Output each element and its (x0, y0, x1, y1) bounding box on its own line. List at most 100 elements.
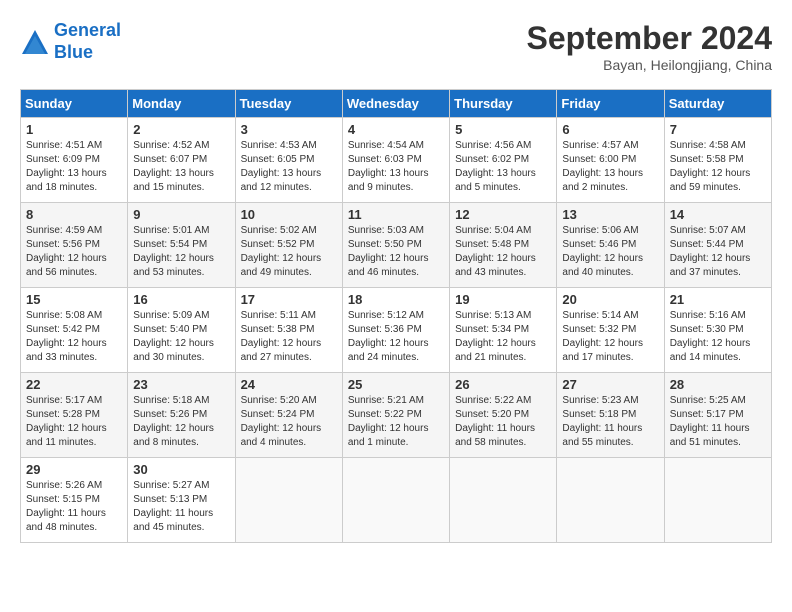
calendar-day-cell: 6 Sunrise: 4:57 AM Sunset: 6:00 PM Daylig… (557, 118, 664, 203)
day-info: Sunrise: 5:14 AM Sunset: 5:32 PM Dayligh… (562, 309, 658, 365)
calendar-day-cell: 28 Sunrise: 5:25 AM Sunset: 5:17 PM Dayli… (664, 373, 771, 458)
day-number: 5 (455, 122, 551, 137)
day-info: Sunrise: 4:59 AM Sunset: 5:56 PM Dayligh… (26, 224, 122, 280)
day-number: 3 (241, 122, 337, 137)
calendar-week-row: 1Sunrise: 4:51 AM Sunset: 6:09 PM Daylig… (21, 118, 772, 203)
calendar-day-cell (664, 458, 771, 543)
day-number: 15 (26, 292, 122, 307)
calendar-day-cell: 30 Sunrise: 5:27 AM Sunset: 5:13 PM Dayli… (128, 458, 235, 543)
day-number: 13 (562, 207, 658, 222)
calendar-day-cell: 24 Sunrise: 5:20 AM Sunset: 5:24 PM Dayli… (235, 373, 342, 458)
day-info: Sunrise: 5:20 AM Sunset: 5:24 PM Dayligh… (241, 394, 337, 450)
calendar-day-cell: 10 Sunrise: 5:02 AM Sunset: 5:52 PM Dayli… (235, 203, 342, 288)
day-info: Sunrise: 5:16 AM Sunset: 5:30 PM Dayligh… (670, 309, 766, 365)
day-number: 10 (241, 207, 337, 222)
day-number: 8 (26, 207, 122, 222)
day-info: Sunrise: 4:57 AM Sunset: 6:00 PM Dayligh… (562, 139, 658, 195)
day-number: 9 (133, 207, 229, 222)
calendar-day-cell: 14Sunrise: 5:07 AM Sunset: 5:44 PM Dayli… (664, 203, 771, 288)
calendar-day-cell: 15Sunrise: 5:08 AM Sunset: 5:42 PM Dayli… (21, 288, 128, 373)
day-number: 30 (133, 462, 229, 477)
day-number: 23 (133, 377, 229, 392)
calendar-day-cell: 29 Sunrise: 5:26 AM Sunset: 5:15 PM Dayli… (21, 458, 128, 543)
weekday-header-thursday: Thursday (450, 90, 557, 118)
day-info: Sunrise: 4:52 AM Sunset: 6:07 PM Dayligh… (133, 139, 229, 195)
calendar-week-row: 15Sunrise: 5:08 AM Sunset: 5:42 PM Dayli… (21, 288, 772, 373)
day-number: 7 (670, 122, 766, 137)
weekday-header-monday: Monday (128, 90, 235, 118)
day-info: Sunrise: 5:01 AM Sunset: 5:54 PM Dayligh… (133, 224, 229, 280)
day-number: 17 (241, 292, 337, 307)
day-info: Sunrise: 5:21 AM Sunset: 5:22 PM Dayligh… (348, 394, 444, 450)
calendar-day-cell: 7 Sunrise: 4:58 AM Sunset: 5:58 PM Daylig… (664, 118, 771, 203)
calendar-day-cell: 21 Sunrise: 5:16 AM Sunset: 5:30 PM Dayli… (664, 288, 771, 373)
calendar-day-cell: 18Sunrise: 5:12 AM Sunset: 5:36 PM Dayli… (342, 288, 449, 373)
day-info: Sunrise: 5:13 AM Sunset: 5:34 PM Dayligh… (455, 309, 551, 365)
day-number: 28 (670, 377, 766, 392)
calendar-day-cell: 13 Sunrise: 5:06 AM Sunset: 5:46 PM Dayli… (557, 203, 664, 288)
day-info: Sunrise: 4:54 AM Sunset: 6:03 PM Dayligh… (348, 139, 444, 195)
page-header: General Blue September 2024 Bayan, Heilo… (20, 20, 772, 73)
day-number: 24 (241, 377, 337, 392)
day-number: 6 (562, 122, 658, 137)
day-info: Sunrise: 4:56 AM Sunset: 6:02 PM Dayligh… (455, 139, 551, 195)
calendar-week-row: 8 Sunrise: 4:59 AM Sunset: 5:56 PM Daylig… (21, 203, 772, 288)
day-number: 29 (26, 462, 122, 477)
calendar-day-cell: 23 Sunrise: 5:18 AM Sunset: 5:26 PM Dayli… (128, 373, 235, 458)
weekday-header-row: SundayMondayTuesdayWednesdayThursdayFrid… (21, 90, 772, 118)
weekday-header-wednesday: Wednesday (342, 90, 449, 118)
month-title: September 2024 (527, 20, 772, 57)
day-info: Sunrise: 5:02 AM Sunset: 5:52 PM Dayligh… (241, 224, 337, 280)
day-info: Sunrise: 5:18 AM Sunset: 5:26 PM Dayligh… (133, 394, 229, 450)
day-info: Sunrise: 5:04 AM Sunset: 5:48 PM Dayligh… (455, 224, 551, 280)
day-number: 11 (348, 207, 444, 222)
calendar-day-cell: 1Sunrise: 4:51 AM Sunset: 6:09 PM Daylig… (21, 118, 128, 203)
day-number: 27 (562, 377, 658, 392)
day-info: Sunrise: 4:53 AM Sunset: 6:05 PM Dayligh… (241, 139, 337, 195)
weekday-header-saturday: Saturday (664, 90, 771, 118)
weekday-header-sunday: Sunday (21, 90, 128, 118)
day-info: Sunrise: 5:27 AM Sunset: 5:13 PM Dayligh… (133, 479, 229, 535)
day-info: Sunrise: 5:07 AM Sunset: 5:44 PM Dayligh… (670, 224, 766, 280)
calendar-day-cell: 25 Sunrise: 5:21 AM Sunset: 5:22 PM Dayli… (342, 373, 449, 458)
calendar-day-cell: 26 Sunrise: 5:22 AM Sunset: 5:20 PM Dayli… (450, 373, 557, 458)
title-block: September 2024 Bayan, Heilongjiang, Chin… (527, 20, 772, 73)
day-info: Sunrise: 5:26 AM Sunset: 5:15 PM Dayligh… (26, 479, 122, 535)
logo-text: General Blue (54, 20, 121, 63)
day-number: 12 (455, 207, 551, 222)
calendar-day-cell: 12 Sunrise: 5:04 AM Sunset: 5:48 PM Dayli… (450, 203, 557, 288)
calendar-table: SundayMondayTuesdayWednesdayThursdayFrid… (20, 89, 772, 543)
day-number: 26 (455, 377, 551, 392)
calendar-week-row: 29 Sunrise: 5:26 AM Sunset: 5:15 PM Dayli… (21, 458, 772, 543)
calendar-week-row: 22Sunrise: 5:17 AM Sunset: 5:28 PM Dayli… (21, 373, 772, 458)
calendar-day-cell: 9 Sunrise: 5:01 AM Sunset: 5:54 PM Daylig… (128, 203, 235, 288)
calendar-day-cell: 16 Sunrise: 5:09 AM Sunset: 5:40 PM Dayli… (128, 288, 235, 373)
logo: General Blue (20, 20, 121, 63)
day-number: 4 (348, 122, 444, 137)
day-info: Sunrise: 5:11 AM Sunset: 5:38 PM Dayligh… (241, 309, 337, 365)
calendar-day-cell: 19 Sunrise: 5:13 AM Sunset: 5:34 PM Dayli… (450, 288, 557, 373)
calendar-day-cell: 5 Sunrise: 4:56 AM Sunset: 6:02 PM Daylig… (450, 118, 557, 203)
calendar-day-cell: 8 Sunrise: 4:59 AM Sunset: 5:56 PM Daylig… (21, 203, 128, 288)
weekday-header-friday: Friday (557, 90, 664, 118)
day-number: 19 (455, 292, 551, 307)
day-number: 21 (670, 292, 766, 307)
calendar-day-cell (450, 458, 557, 543)
day-info: Sunrise: 4:58 AM Sunset: 5:58 PM Dayligh… (670, 139, 766, 195)
calendar-day-cell: 3 Sunrise: 4:53 AM Sunset: 6:05 PM Daylig… (235, 118, 342, 203)
calendar-day-cell (235, 458, 342, 543)
day-info: Sunrise: 5:25 AM Sunset: 5:17 PM Dayligh… (670, 394, 766, 450)
day-number: 25 (348, 377, 444, 392)
day-number: 16 (133, 292, 229, 307)
calendar-day-cell: 20Sunrise: 5:14 AM Sunset: 5:32 PM Dayli… (557, 288, 664, 373)
weekday-header-tuesday: Tuesday (235, 90, 342, 118)
day-info: Sunrise: 5:09 AM Sunset: 5:40 PM Dayligh… (133, 309, 229, 365)
day-info: Sunrise: 5:17 AM Sunset: 5:28 PM Dayligh… (26, 394, 122, 450)
calendar-day-cell: 17 Sunrise: 5:11 AM Sunset: 5:38 PM Dayli… (235, 288, 342, 373)
logo-line1: General (54, 20, 121, 40)
calendar-day-cell: 4 Sunrise: 4:54 AM Sunset: 6:03 PM Daylig… (342, 118, 449, 203)
logo-icon (20, 28, 50, 56)
day-info: Sunrise: 5:22 AM Sunset: 5:20 PM Dayligh… (455, 394, 551, 450)
day-info: Sunrise: 5:06 AM Sunset: 5:46 PM Dayligh… (562, 224, 658, 280)
calendar-day-cell: 22Sunrise: 5:17 AM Sunset: 5:28 PM Dayli… (21, 373, 128, 458)
